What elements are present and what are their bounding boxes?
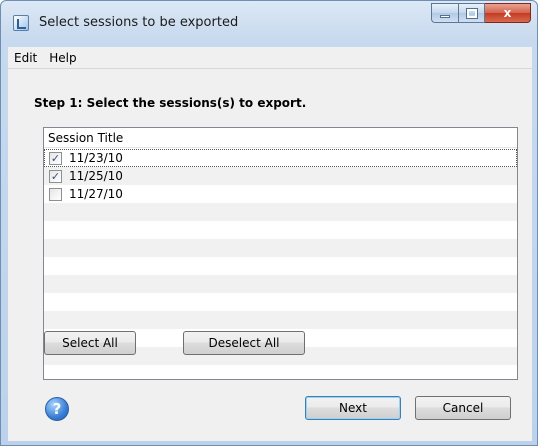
menu-edit[interactable]: Edit	[8, 51, 43, 65]
empty-row	[44, 203, 517, 221]
maximize-icon	[465, 7, 478, 19]
dialog-content: Step 1: Select the sessions(s) to export…	[8, 69, 532, 441]
app-icon	[13, 15, 29, 31]
row-checkbox[interactable]: ✓	[49, 169, 62, 183]
minimize-icon	[440, 15, 450, 18]
menu-bar: Edit Help	[8, 47, 532, 69]
empty-row	[44, 311, 517, 329]
step-label: Step 1: Select the sessions(s) to export…	[34, 96, 307, 110]
row-checkbox[interactable]: ✓	[49, 151, 62, 165]
close-button[interactable]: x	[485, 3, 531, 23]
next-button[interactable]: Next	[305, 396, 401, 420]
cancel-button[interactable]: Cancel	[415, 396, 511, 420]
menu-help[interactable]: Help	[43, 51, 82, 65]
empty-row	[44, 293, 517, 311]
close-icon: x	[503, 6, 512, 20]
maximize-button[interactable]	[459, 3, 485, 23]
list-item[interactable]: 11/27/10	[44, 185, 517, 203]
dialog-window: Select sessions to be exported x Edit He…	[0, 0, 538, 446]
minimize-button[interactable]	[431, 3, 459, 23]
deselect-all-button[interactable]: Deselect All	[183, 331, 305, 355]
help-icon[interactable]: ?	[45, 397, 69, 421]
column-header-session-title[interactable]: Session Title	[44, 128, 517, 148]
empty-row	[44, 221, 517, 239]
list-item[interactable]: ✓ 11/25/10	[44, 167, 517, 185]
session-title: 11/23/10	[69, 151, 123, 165]
list-item[interactable]: ✓ 11/23/10	[44, 149, 517, 167]
empty-row	[44, 275, 517, 293]
select-all-button[interactable]: Select All	[44, 331, 136, 355]
title-bar[interactable]: Select sessions to be exported x	[1, 1, 537, 43]
session-title: 11/25/10	[69, 169, 123, 183]
caption-buttons: x	[431, 3, 531, 23]
empty-row	[44, 257, 517, 275]
window-title: Select sessions to be exported	[39, 15, 239, 30]
row-checkbox[interactable]	[49, 187, 62, 201]
empty-row	[44, 239, 517, 257]
empty-row	[44, 365, 517, 383]
session-title: 11/27/10	[69, 187, 123, 201]
